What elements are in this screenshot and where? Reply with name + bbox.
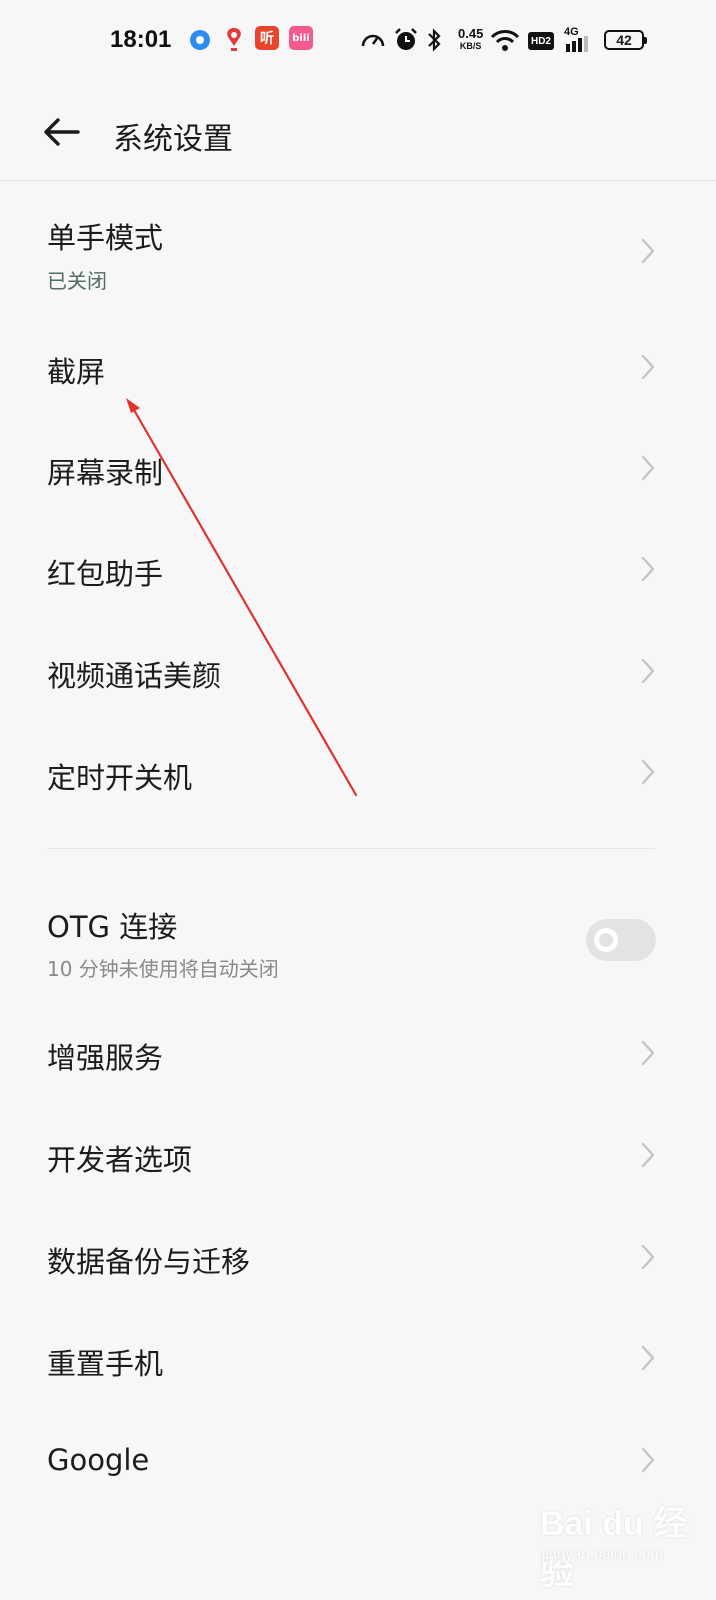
location-pin-icon: [227, 28, 241, 51]
setting-title: 视频通话美颜: [47, 659, 222, 693]
back-arrow-icon[interactable]: [40, 110, 84, 154]
net-speed-value: 0.45: [458, 26, 484, 41]
section-divider: [47, 848, 655, 849]
setting-title: 红包助手: [47, 557, 164, 591]
alarm-clock-icon: [395, 28, 417, 50]
setting-title: 开发者选项: [47, 1143, 193, 1177]
ting-app-icon: 听: [255, 26, 279, 50]
setting-status: 已关闭: [47, 269, 107, 293]
chevron-right-icon: [641, 238, 655, 264]
setting-title: 定时开关机: [47, 761, 193, 795]
speedometer-icon: [361, 34, 385, 47]
chevron-right-icon: [641, 1447, 655, 1473]
setting-title: 单手模式: [47, 221, 164, 255]
wifi-icon: [490, 30, 520, 51]
chevron-right-icon: [641, 455, 655, 481]
watermark-logo-text: Bai du 经验: [540, 1505, 688, 1592]
setting-title: 增强服务: [47, 1041, 164, 1075]
chevron-right-icon: [641, 354, 655, 380]
chevron-right-icon: [641, 1244, 655, 1270]
circle-dot-icon: [190, 30, 210, 50]
chevron-right-icon: [641, 1345, 655, 1371]
setting-title: 重置手机: [47, 1347, 164, 1381]
status-time: 18:01: [110, 26, 172, 53]
setting-data-backup-migration[interactable]: 数据备份与迁移: [0, 1208, 716, 1308]
setting-one-hand-mode[interactable]: 单手模式 已关闭: [0, 181, 716, 309]
setting-title: OTG 连接: [47, 910, 178, 944]
setting-red-packet-assistant[interactable]: 红包助手: [0, 520, 716, 620]
setting-enhanced-services[interactable]: 增强服务: [0, 1004, 716, 1104]
setting-developer-options[interactable]: 开发者选项: [0, 1106, 716, 1206]
chevron-right-icon: [641, 658, 655, 684]
setting-video-call-beauty[interactable]: 视频通话美颜: [0, 622, 716, 722]
setting-screen-record[interactable]: 屏幕录制: [0, 418, 716, 518]
setting-reset-phone[interactable]: 重置手机: [0, 1310, 716, 1410]
app-header: 系统设置: [0, 84, 716, 180]
setting-screenshot[interactable]: 截屏: [0, 315, 716, 415]
chevron-right-icon: [641, 556, 655, 582]
otg-toggle-switch[interactable]: [586, 919, 656, 961]
setting-scheduled-power[interactable]: 定时开关机: [0, 724, 716, 824]
setting-title: Google: [47, 1443, 150, 1477]
setting-description: 10 分钟未使用将自动关闭: [47, 957, 279, 981]
bilibili-app-icon: bili: [289, 26, 313, 50]
setting-title: 截屏: [47, 355, 106, 389]
chevron-right-icon: [641, 1040, 655, 1066]
setting-title: 数据备份与迁移: [47, 1245, 251, 1279]
setting-title: 屏幕录制: [47, 456, 164, 490]
watermark-url: jingyan.baidu.com: [542, 1546, 663, 1563]
chevron-right-icon: [641, 1142, 655, 1168]
signal-icon: [566, 36, 588, 52]
status-bar: 18:01 听 bili 0.45 KB/S HD2 4G 42: [0, 0, 716, 84]
net-speed-unit: KB/S: [459, 41, 482, 51]
baidu-jingyan-watermark: Bai du 经验 jingyan.baidu.com: [540, 1490, 710, 1592]
hd-voice-badge: HD2: [528, 32, 554, 50]
chevron-right-icon: [641, 759, 655, 785]
net-speed: 0.45 KB/S: [458, 26, 484, 52]
bluetooth-icon: [428, 28, 441, 52]
battery-indicator: 42: [604, 30, 647, 50]
page-title: 系统设置: [113, 122, 233, 157]
toggle-knob: [594, 928, 618, 952]
